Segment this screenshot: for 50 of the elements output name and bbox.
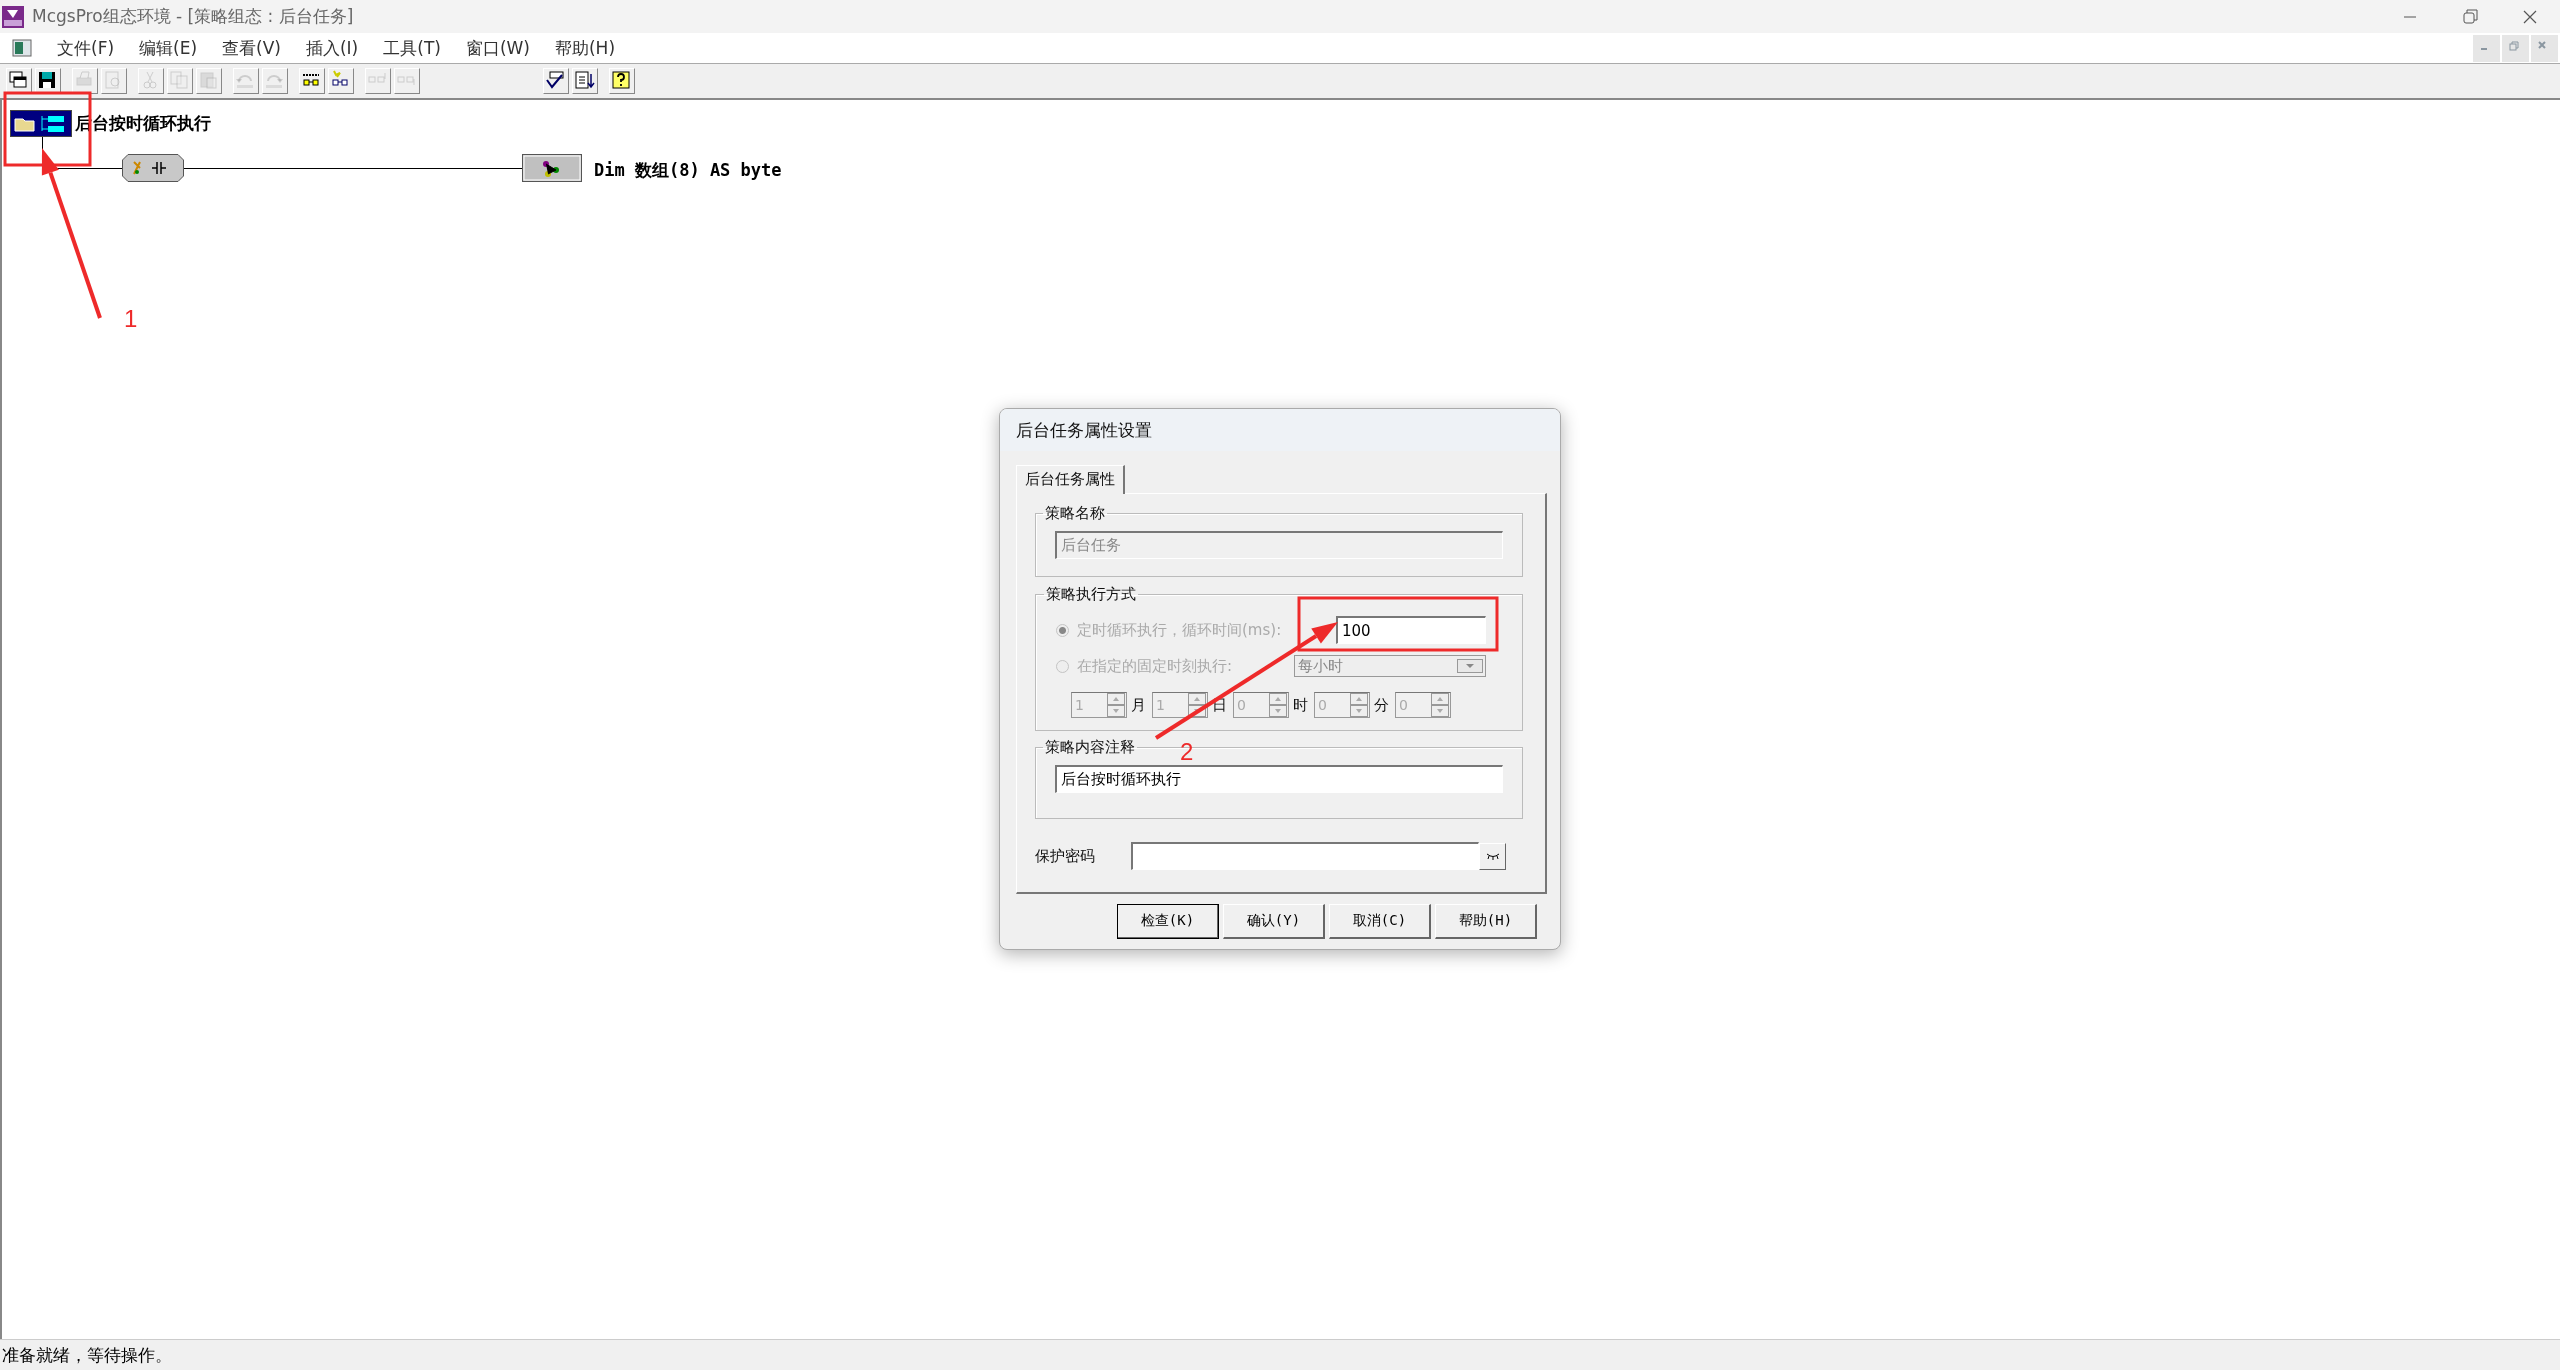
eye-icon bbox=[1485, 852, 1500, 860]
option-label: 在指定的固定时刻执行: bbox=[1077, 656, 1233, 676]
menu-item[interactable]: 插入(I) bbox=[305, 34, 359, 62]
sort-icon[interactable] bbox=[572, 68, 598, 94]
new-row-icon[interactable] bbox=[328, 68, 354, 94]
status-text: 准备就绪，等待操作。 bbox=[2, 1343, 172, 1367]
annotation-number: 1 bbox=[124, 305, 138, 333]
password-label: 保护密码 bbox=[1035, 846, 1096, 866]
unit-label: 月 bbox=[1131, 695, 1146, 715]
action-block[interactable] bbox=[522, 154, 582, 182]
close-icon[interactable] bbox=[2531, 34, 2558, 62]
group-label: 策略内容注释 bbox=[1044, 738, 1136, 757]
windows-icon[interactable] bbox=[6, 68, 32, 94]
dialog-button[interactable]: 检查(K) bbox=[1117, 904, 1219, 939]
dialog-button[interactable]: 确认(Y) bbox=[1223, 904, 1325, 939]
menu-item[interactable]: 文件(F) bbox=[57, 34, 115, 62]
unit-label: 时 bbox=[1293, 695, 1308, 715]
option-label: 定时循环执行，循环时间(ms): bbox=[1077, 620, 1282, 640]
condition-block[interactable] bbox=[122, 154, 184, 182]
group-label: 策略名称 bbox=[1044, 504, 1106, 523]
document-icon[interactable] bbox=[12, 39, 32, 57]
comment-field[interactable]: 后台按时循环执行 bbox=[1055, 765, 1503, 793]
strategy-header-icon[interactable] bbox=[10, 110, 72, 137]
annotation-number: 2 bbox=[1180, 738, 1194, 766]
spinner-arrows-icon[interactable] bbox=[1269, 693, 1287, 717]
menu-item[interactable]: 查看(V) bbox=[222, 34, 281, 62]
menu-item[interactable]: 帮助(H) bbox=[555, 34, 616, 62]
dialog-button[interactable]: 取消(C) bbox=[1329, 904, 1431, 939]
row-icon[interactable] bbox=[299, 68, 325, 94]
save-icon[interactable] bbox=[35, 68, 61, 94]
spinner-arrows-icon[interactable] bbox=[1188, 693, 1206, 717]
spinner-arrows-icon[interactable] bbox=[1350, 693, 1368, 717]
dialog-button[interactable]: 帮助(H) bbox=[1435, 904, 1537, 939]
help-icon[interactable] bbox=[609, 68, 635, 94]
unit-label: 分 bbox=[1374, 695, 1389, 715]
check-icon[interactable] bbox=[543, 68, 569, 94]
menu-item[interactable]: 编辑(E) bbox=[139, 34, 198, 62]
action-text: Dim 数组(8) AS byte bbox=[594, 159, 782, 182]
menu-item[interactable]: 工具(T) bbox=[383, 34, 441, 62]
spinner-arrows-icon[interactable] bbox=[1107, 693, 1125, 717]
password-field[interactable] bbox=[1131, 842, 1479, 870]
spinner-arrows-icon[interactable] bbox=[1431, 693, 1449, 717]
dialog-title: 后台任务属性设置 bbox=[1016, 418, 1152, 442]
interval-field[interactable]: 100 bbox=[1336, 616, 1486, 644]
restore-icon[interactable] bbox=[2502, 34, 2529, 62]
show-password-button[interactable] bbox=[1479, 842, 1506, 870]
menu-item[interactable]: 窗口(W) bbox=[465, 34, 530, 62]
window-title: McgsPro组态环境 - [策略组态 : 后台任务] bbox=[32, 5, 354, 28]
group-label: 策略执行方式 bbox=[1045, 585, 1137, 604]
tab[interactable]: 后台任务属性 bbox=[1016, 465, 1125, 494]
